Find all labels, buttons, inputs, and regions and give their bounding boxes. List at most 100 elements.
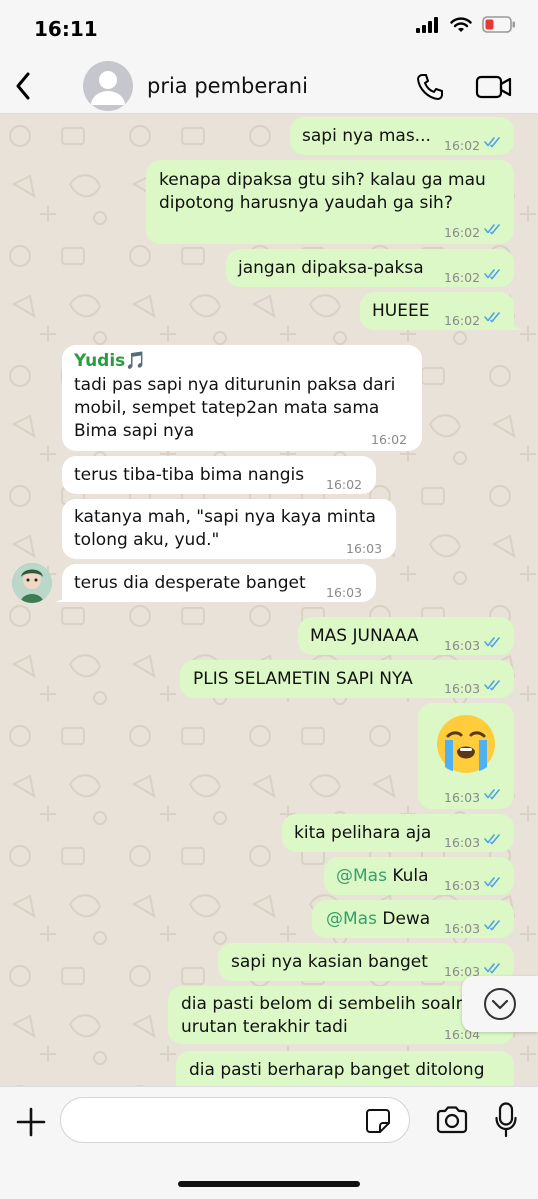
message-text-rest: Kula (386, 866, 429, 886)
home-indicator (178, 1181, 360, 1187)
message-text: dia pasti berharap banget ditolong (189, 1060, 485, 1080)
voice-call-button[interactable] (412, 69, 448, 105)
message-time: 16:03 (346, 541, 383, 556)
message-time: 16:03 (444, 878, 481, 893)
read-ticks-icon (484, 920, 500, 931)
contact-avatar[interactable] (83, 61, 133, 111)
message-time: 16:03 (444, 681, 481, 696)
read-ticks-icon (484, 224, 500, 235)
read-ticks-icon (484, 680, 500, 691)
message-outgoing[interactable]: kita pelihara aja 16:03 (282, 814, 514, 852)
input-bar (0, 1086, 538, 1199)
chat-header: pria pemberani (0, 58, 538, 114)
message-text: @Mas Dewa (326, 908, 430, 930)
read-ticks-icon (484, 877, 500, 888)
message-incoming[interactable]: terus tiba-tiba bima nangis 16:02 (62, 456, 376, 494)
sender-avatar-image (12, 563, 52, 603)
message-text: MAS JUNAAA (310, 626, 419, 646)
attach-button[interactable] (14, 1105, 48, 1139)
avatar-placeholder-icon (91, 71, 125, 105)
message-time: 16:02 (371, 432, 408, 447)
scroll-to-bottom-button[interactable] (462, 976, 538, 1032)
message-text: terus dia desperate banget (74, 573, 306, 593)
sender-name[interactable]: Yudis🎵 (74, 350, 146, 372)
phone-icon (417, 74, 443, 100)
mention-link[interactable]: @Mas (336, 866, 387, 886)
message-outgoing[interactable]: kenapa dipaksa gtu sih? kalau ga mau dip… (146, 160, 514, 244)
camera-icon (436, 1106, 468, 1134)
message-text-line: kenapa dipaksa gtu sih? kalau ga mau (159, 170, 486, 190)
message-text-line: katanya mah, "sapi nya kaya minta (74, 507, 376, 527)
message-time: 16:03 (444, 835, 481, 850)
message-time: 16:02 (444, 313, 481, 328)
message-text: jangan dipaksa-paksa (238, 258, 424, 278)
battery-icon (482, 16, 515, 33)
message-text: HUEEE (372, 301, 430, 321)
message-text-rest: Dewa (376, 909, 431, 929)
read-ticks-icon (484, 137, 500, 148)
mic-icon (495, 1102, 517, 1138)
message-text-line: dipotong harusnya yaudah ga sih? (159, 193, 453, 213)
message-text: sapi nya mas... (302, 126, 431, 146)
message-text-line: Bima sapi nya (74, 421, 195, 441)
message-time: 16:03 (444, 790, 481, 805)
message-incoming[interactable]: katanya mah, "sapi nya kaya minta tolong… (62, 499, 396, 559)
chevron-down-icon (484, 988, 516, 1020)
sticker-icon (366, 1109, 390, 1133)
status-bar: 16:11 (0, 0, 538, 58)
contact-name[interactable]: pria pemberani (147, 74, 308, 98)
camera-button[interactable] (434, 1104, 470, 1136)
mention-link[interactable]: @Mas (326, 909, 377, 929)
message-incoming[interactable]: Yudis🎵 tadi pas sapi nya diturunin paksa… (62, 345, 422, 451)
status-icons (416, 16, 516, 33)
message-text: @Mas Kula (336, 865, 429, 887)
message-time: 16:02 (326, 477, 363, 492)
bubble-tail (508, 316, 524, 330)
read-ticks-icon (484, 789, 500, 800)
message-time: 16:03 (326, 585, 363, 600)
read-ticks-icon (484, 269, 500, 280)
back-button[interactable] (8, 68, 38, 104)
message-input[interactable] (60, 1097, 410, 1143)
video-icon (475, 75, 512, 99)
message-text-line: tadi pas sapi nya diturunin paksa dari (74, 375, 396, 395)
plus-icon (16, 1107, 46, 1137)
voice-message-button[interactable] (492, 1101, 520, 1139)
message-outgoing[interactable]: jangan dipaksa-paksa 16:02 (226, 249, 514, 287)
message-text-line: urutan terakhir tadi (181, 1017, 348, 1037)
message-text: kita pelihara aja (294, 823, 432, 843)
message-outgoing[interactable]: @Mas Kula 16:03 (324, 857, 514, 895)
message-time: 16:02 (444, 138, 481, 153)
loudly-crying-face-icon (437, 715, 495, 773)
message-text-line: dia pasti belom di sembelih soalnya (181, 994, 487, 1014)
video-call-button[interactable] (472, 69, 516, 105)
read-ticks-icon (484, 834, 500, 845)
message-time: 16:02 (444, 225, 481, 240)
message-time: 16:03 (444, 638, 481, 653)
signal-icon (416, 16, 438, 33)
read-ticks-icon (484, 312, 500, 323)
read-ticks-icon (484, 637, 500, 648)
message-outgoing[interactable]: HUEEE 16:02 (360, 292, 514, 330)
sticker-button[interactable] (364, 1107, 392, 1135)
message-time: 16:02 (444, 270, 481, 285)
back-icon (16, 72, 30, 100)
message-outgoing[interactable]: 16:03 (418, 703, 514, 809)
sender-avatar[interactable] (12, 563, 52, 603)
message-text: PLIS SELAMETIN SAPI NYA (193, 669, 413, 689)
message-text: sapi nya kasian banget (231, 952, 428, 972)
message-text-line: tolong aku, yud." (74, 530, 220, 550)
read-ticks-icon (484, 963, 500, 974)
wifi-icon (450, 16, 472, 32)
message-outgoing[interactable]: sapi nya kasian banget 16:03 (218, 943, 514, 981)
message-outgoing[interactable]: MAS JUNAAA 16:03 (298, 617, 514, 655)
message-incoming[interactable]: terus dia desperate banget 16:03 (62, 564, 376, 602)
status-time: 16:11 (34, 17, 98, 41)
chat-area[interactable]: sapi nya mas... 16:02 kenapa dipaksa gtu… (0, 114, 538, 1086)
message-outgoing[interactable]: PLIS SELAMETIN SAPI NYA 16:03 (180, 660, 514, 698)
message-outgoing[interactable]: sapi nya mas... 16:02 (290, 117, 514, 155)
message-outgoing[interactable]: dia pasti berharap banget ditolong (176, 1051, 514, 1086)
message-text-line: mobil, sempet tatep2an mata sama (74, 398, 380, 418)
message-outgoing[interactable]: @Mas Dewa 16:03 (312, 900, 514, 938)
message-time: 16:03 (444, 921, 481, 936)
